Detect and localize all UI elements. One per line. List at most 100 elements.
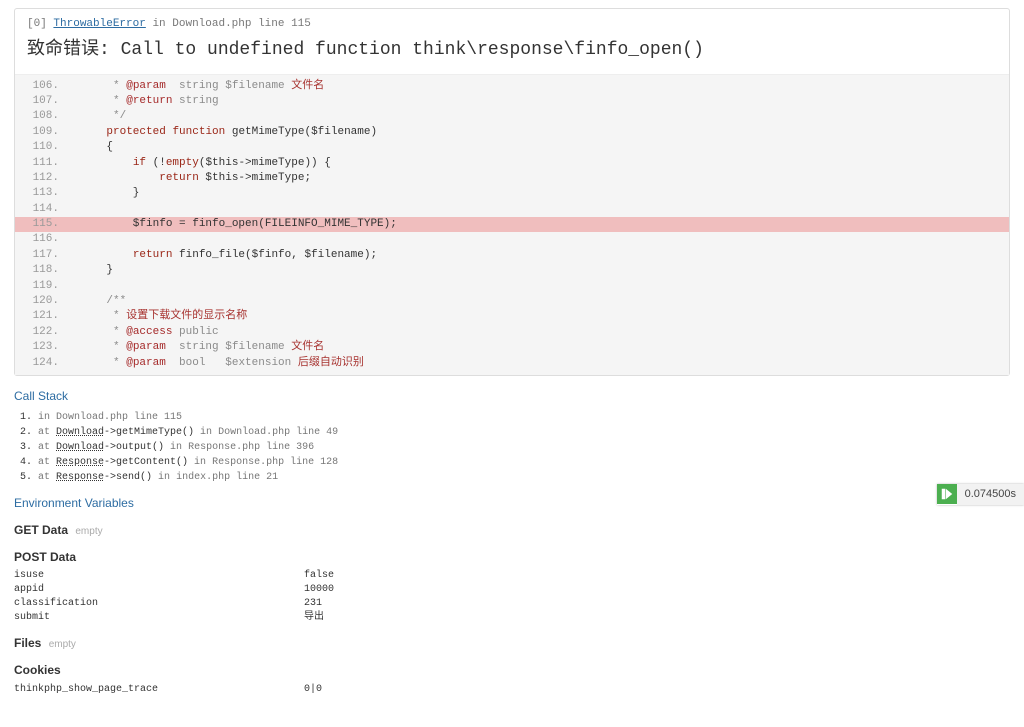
call-stack-title: Call Stack (14, 388, 1010, 405)
line-number: 121 (15, 309, 65, 324)
code-content: if (!empty($this->mimeType)) { (80, 156, 1009, 171)
code-line: 107 * @return string (15, 94, 1009, 109)
code-line: 118 } (15, 263, 1009, 278)
files-empty: empty (49, 639, 76, 650)
error-exception-link[interactable]: ThrowableError (53, 18, 145, 30)
code-line: 113 } (15, 186, 1009, 201)
line-number: 112 (15, 171, 65, 186)
error-location: [0] ThrowableError in Download.php line … (27, 17, 997, 32)
line-number: 117 (15, 248, 65, 263)
kv-key: appid (14, 583, 304, 597)
error-file: Download.php line 115 (172, 18, 311, 30)
kv-key: classification (14, 597, 304, 611)
kv-row: classification231 (14, 597, 1010, 611)
code-line: 116 (15, 232, 1009, 247)
code-content: */ (80, 109, 1009, 124)
profiler-badge[interactable]: 0.074500s (937, 484, 1024, 505)
error-title: 致命错误: Call to undefined function think\r… (27, 38, 997, 63)
code-content: * @return string (80, 94, 1009, 109)
line-number: 108 (15, 109, 65, 124)
code-line: 117 return finfo_file($finfo, $filename)… (15, 248, 1009, 263)
code-content: protected function getMimeType($filename… (80, 125, 1009, 140)
line-number: 123 (15, 340, 65, 355)
stack-frame: at Response->send() in index.php line 21 (38, 471, 1010, 485)
line-number: 107 (15, 94, 65, 109)
call-stack-list: in Download.php line 115at Download->get… (38, 411, 1010, 485)
code-line: 123 * @param string $filename 文件名 (15, 340, 1009, 355)
code-content: } (80, 186, 1009, 201)
kv-row: isusefalse (14, 569, 1010, 583)
get-data-title: GET Data empty (14, 522, 1010, 539)
kv-row: submit导出 (14, 611, 1010, 625)
stack-frame: at Download->output() in Response.php li… (38, 441, 1010, 455)
line-number: 120 (15, 294, 65, 309)
line-number: 109 (15, 125, 65, 140)
line-number: 106 (15, 79, 65, 94)
code-line: 106 * @param string $filename 文件名 (15, 79, 1009, 94)
kv-key: submit (14, 611, 304, 625)
kv-row: thinkphp_show_page_trace0|0 (14, 683, 1010, 697)
line-number: 116 (15, 232, 65, 247)
line-number: 115 (15, 217, 65, 232)
kv-value: 0|0 (304, 683, 322, 697)
profiler-time: 0.074500s (957, 484, 1024, 505)
thinkphp-logo-icon (937, 484, 957, 504)
post-data-table: isusefalseappid10000classification231sub… (14, 569, 1010, 625)
code-content: /** (80, 294, 1009, 309)
line-number: 110 (15, 140, 65, 155)
code-line: 109 protected function getMimeType($file… (15, 125, 1009, 140)
code-content: return $this->mimeType; (80, 171, 1009, 186)
code-content: { (80, 140, 1009, 155)
error-card: [0] ThrowableError in Download.php line … (14, 8, 1010, 376)
code-content: * @param string $filename 文件名 (80, 340, 1009, 355)
code-content: * @param string $filename 文件名 (80, 79, 1009, 94)
line-number: 111 (15, 156, 65, 171)
line-number: 119 (15, 279, 65, 294)
code-line: 112 return $this->mimeType; (15, 171, 1009, 186)
line-number: 124 (15, 356, 65, 371)
code-line: 120 /** (15, 294, 1009, 309)
kv-value: false (304, 569, 334, 583)
kv-value: 10000 (304, 583, 334, 597)
line-number: 114 (15, 202, 65, 217)
code-line: 119 (15, 279, 1009, 294)
code-line: 121 * 设置下载文件的显示名称 (15, 309, 1009, 324)
code-line: 122 * @access public (15, 325, 1009, 340)
code-content: return finfo_file($finfo, $filename); (80, 248, 1009, 263)
code-line: 114 (15, 202, 1009, 217)
files-title: Files empty (14, 635, 1010, 652)
get-data-label: GET Data (14, 523, 68, 537)
code-content: } (80, 263, 1009, 278)
error-title-msg: Call to undefined function think\respons… (121, 40, 704, 60)
kv-key: thinkphp_show_page_trace (14, 683, 304, 697)
code-line: 108 */ (15, 109, 1009, 124)
line-number: 122 (15, 325, 65, 340)
env-vars-title: Environment Variables (14, 495, 1010, 512)
error-in: in (152, 18, 165, 30)
kv-row: appid10000 (14, 583, 1010, 597)
line-number: 113 (15, 186, 65, 201)
code-line: 110 { (15, 140, 1009, 155)
get-data-empty: empty (75, 526, 102, 537)
kv-key: isuse (14, 569, 304, 583)
error-index: [0] (27, 18, 47, 30)
code-content: * @param bool $extension 后缀自动识别 (80, 356, 1009, 371)
code-line: 115 $finfo = finfo_open(FILEINFO_MIME_TY… (15, 217, 1009, 232)
stack-frame: at Response->getContent() in Response.ph… (38, 456, 1010, 470)
source-code-block: 106 * @param string $filename 文件名107 * @… (15, 74, 1009, 375)
error-title-prefix: 致命错误: (27, 40, 121, 60)
code-line: 111 if (!empty($this->mimeType)) { (15, 156, 1009, 171)
stack-frame: at Download->getMimeType() in Download.p… (38, 426, 1010, 440)
code-content: * 设置下载文件的显示名称 (80, 309, 1009, 324)
code-content: * @access public (80, 325, 1009, 340)
files-label: Files (14, 636, 41, 650)
code-content: $finfo = finfo_open(FILEINFO_MIME_TYPE); (80, 217, 1009, 232)
kv-value: 231 (304, 597, 322, 611)
kv-value: 导出 (304, 611, 324, 625)
code-line: 124 * @param bool $extension 后缀自动识别 (15, 356, 1009, 371)
stack-frame: in Download.php line 115 (38, 411, 1010, 425)
post-data-title: POST Data (14, 549, 1010, 566)
cookies-title: Cookies (14, 662, 1010, 679)
cookies-table: thinkphp_show_page_trace0|0 (14, 683, 1010, 697)
line-number: 118 (15, 263, 65, 278)
